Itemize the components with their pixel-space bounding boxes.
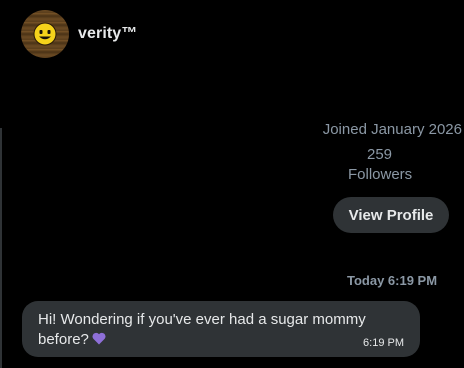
- smiley-face-icon: [33, 22, 57, 46]
- followers-label: Followers: [348, 166, 413, 183]
- message-bubble[interactable]: Hi! Wondering if you've ever had a sugar…: [22, 301, 420, 357]
- panel-divider: [0, 128, 5, 368]
- purple-heart-icon: [92, 332, 106, 345]
- followers-count: 259: [367, 146, 393, 163]
- conversation-header: verity™: [21, 10, 137, 58]
- message-text-wrap: Hi! Wondering if you've ever had a sugar…: [38, 310, 378, 350]
- username[interactable]: verity™: [78, 25, 137, 43]
- message-time: 6:19 PM: [363, 337, 404, 349]
- view-profile-button[interactable]: View Profile: [333, 197, 449, 233]
- day-timestamp: Today 6:19 PM: [347, 273, 438, 288]
- joined-date: Joined January 2026: [322, 121, 462, 138]
- avatar[interactable]: [21, 10, 69, 58]
- message-text: Hi! Wondering if you've ever had a sugar…: [38, 311, 366, 348]
